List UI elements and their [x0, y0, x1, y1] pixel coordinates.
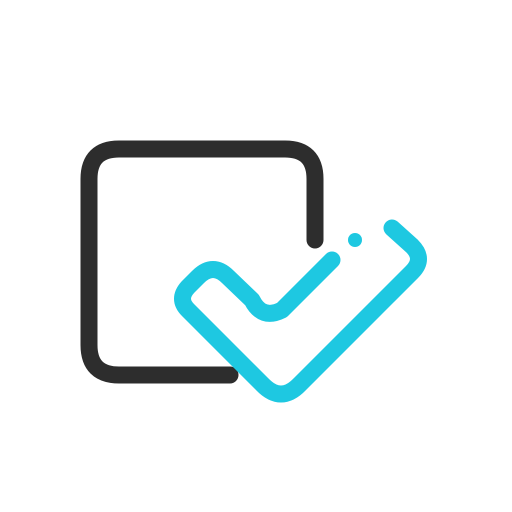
checkmark-dot [348, 233, 362, 247]
icon-canvas [0, 0, 512, 512]
checkbox-outline [80, 140, 324, 384]
checkbox-check-icon [80, 140, 427, 403]
